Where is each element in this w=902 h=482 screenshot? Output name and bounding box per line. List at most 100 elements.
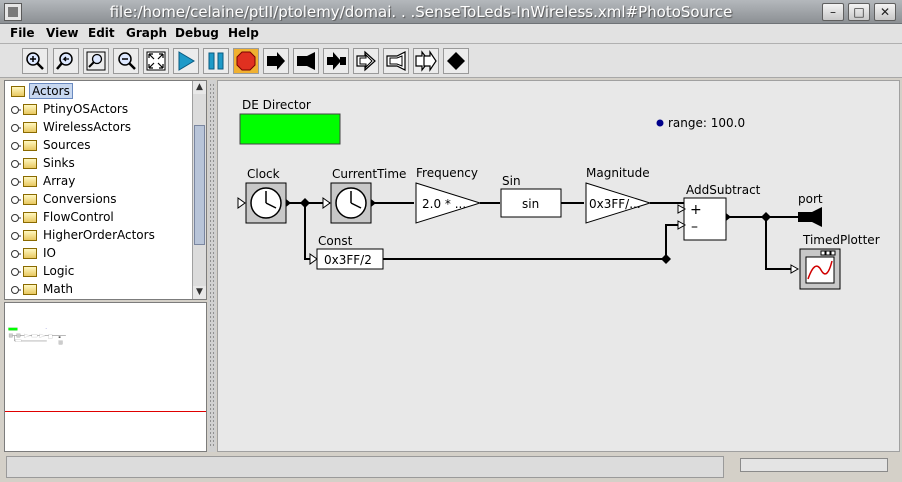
zoom-reset-button[interactable] <box>53 48 79 74</box>
tree-item-wirelessactors[interactable]: WirelessActors <box>5 119 191 137</box>
multiport-io-button[interactable] <box>413 48 439 74</box>
io-port-button[interactable] <box>323 48 349 74</box>
maximize-button[interactable]: □ <box>848 3 870 21</box>
relation-button[interactable] <box>443 48 469 74</box>
tree-item-array[interactable]: Array <box>5 173 191 191</box>
relation-diamond-icon <box>761 212 771 222</box>
folder-icon <box>23 212 37 223</box>
frequency-actor[interactable]: 2.0 * ... <box>415 182 482 224</box>
expand-toggle-icon[interactable] <box>11 177 21 187</box>
timedplotter-actor[interactable] <box>790 248 841 290</box>
tree-item-label: Logic <box>43 264 75 278</box>
tree-item-label: FlowControl <box>43 210 114 224</box>
zoom-reset-icon <box>56 52 73 70</box>
currenttime-output-port-icon <box>371 199 376 207</box>
clock-actor[interactable] <box>237 182 291 224</box>
sin-actor[interactable]: sin <box>500 188 562 218</box>
relation-diamond-icon <box>661 254 671 264</box>
zoom-fit-button[interactable] <box>83 48 109 74</box>
expand-toggle-icon[interactable] <box>11 159 21 169</box>
menu-bar: File View Edit Graph Debug Help <box>0 24 902 44</box>
overview-thumbnail <box>8 327 66 345</box>
parameter-range[interactable]: range: 100.0 <box>668 116 745 130</box>
menu-debug[interactable]: Debug <box>175 26 219 40</box>
menu-file[interactable]: File <box>10 26 35 40</box>
clock-input-port-icon <box>237 197 246 209</box>
output-port-button[interactable] <box>293 48 319 74</box>
expand-toggle-icon[interactable] <box>11 105 21 115</box>
scroll-up-icon[interactable]: ▲ <box>193 81 206 94</box>
menu-graph[interactable]: Graph <box>126 26 167 40</box>
clock-label: Clock <box>247 167 280 181</box>
wire-clock-const <box>304 203 314 260</box>
graph-canvas[interactable]: DE Director range: 100.0 Clock CurrentTi… <box>217 80 900 452</box>
window-menu-icon[interactable] <box>4 3 22 21</box>
tree-item-label: Conversions <box>43 192 117 206</box>
overview-divider <box>5 411 206 412</box>
menu-edit[interactable]: Edit <box>88 26 115 40</box>
tree-item-higherorderactors[interactable]: HigherOrderActors <box>5 227 191 245</box>
expand-toggle-icon[interactable] <box>11 249 21 259</box>
addsubtract-label: AddSubtract <box>686 183 761 197</box>
stop-button[interactable] <box>233 48 259 74</box>
tree-item-label: Math <box>43 282 74 296</box>
tree-item-sources[interactable]: Sources <box>5 137 191 155</box>
expand-toggle-icon[interactable] <box>11 267 21 277</box>
library-scrollbar[interactable]: ▲ ▼ <box>192 81 206 299</box>
tree-item-label: Sinks <box>43 156 75 170</box>
toolbar <box>0 44 902 78</box>
zoom-in-button[interactable] <box>22 48 48 74</box>
const-actor[interactable]: 0x3FF/2 <box>309 248 384 270</box>
multiport-io-icon <box>415 50 437 72</box>
expand-toggle-icon[interactable] <box>11 123 21 133</box>
expand-toggle-icon[interactable] <box>11 213 21 223</box>
folder-icon <box>23 158 37 169</box>
output-port-icon[interactable] <box>798 207 822 227</box>
model-overview[interactable] <box>4 302 207 452</box>
tree-item-conversions[interactable]: Conversions <box>5 191 191 209</box>
tree-item-ptinyosactors[interactable]: PtinyOSActors <box>5 101 191 119</box>
status-message <box>6 456 724 478</box>
run-button[interactable] <box>173 48 199 74</box>
expand-toggle-icon[interactable] <box>11 231 21 241</box>
pause-button[interactable] <box>203 48 229 74</box>
plotter-input-port-icon <box>790 264 800 274</box>
multiport-output-button[interactable] <box>383 48 409 74</box>
addsubtract-actor[interactable]: + – <box>677 197 731 241</box>
folder-icon <box>23 266 37 277</box>
frequency-expression: 2.0 * ... <box>422 197 466 211</box>
tree-item-io[interactable]: IO <box>5 245 191 263</box>
de-director[interactable] <box>239 113 341 145</box>
menu-view[interactable]: View <box>46 26 78 40</box>
add-output-port-icon <box>726 213 731 221</box>
full-screen-button[interactable] <box>143 48 169 74</box>
close-button[interactable]: ✕ <box>874 3 896 21</box>
folder-icon <box>23 140 37 151</box>
tree-item-label: IO <box>43 246 56 260</box>
scroll-thumb[interactable] <box>194 125 205 245</box>
minimize-button[interactable]: – <box>822 3 844 21</box>
wire-const-add <box>383 224 678 260</box>
magnitude-label: Magnitude <box>586 166 650 180</box>
window-title: file:/home/celaine/ptII/ptolemy/domai. .… <box>109 3 733 21</box>
folder-icon <box>23 104 37 115</box>
tree-item-label: Array <box>43 174 76 188</box>
scroll-down-icon[interactable]: ▼ <box>193 286 206 299</box>
expand-toggle-icon[interactable] <box>11 141 21 151</box>
multiport-input-button[interactable] <box>353 48 379 74</box>
tree-item-sinks[interactable]: Sinks <box>5 155 191 173</box>
currenttime-actor[interactable] <box>322 182 376 224</box>
sin-function: sin <box>522 197 539 211</box>
tree-item-logic[interactable]: Logic <box>5 263 191 281</box>
tree-item-label: Sources <box>43 138 91 152</box>
magnitude-actor[interactable]: 0x3FF/... <box>585 182 652 224</box>
zoom-out-button[interactable] <box>113 48 139 74</box>
input-port-button[interactable] <box>263 48 289 74</box>
expand-toggle-icon[interactable] <box>11 195 21 205</box>
tree-item-math[interactable]: Math <box>5 281 191 299</box>
menu-help[interactable]: Help <box>228 26 259 40</box>
tree-item-flowcontrol[interactable]: FlowControl <box>5 209 191 227</box>
folder-icon <box>11 86 25 97</box>
expand-toggle-icon[interactable] <box>11 285 21 295</box>
panel-splitter[interactable] <box>208 80 216 452</box>
